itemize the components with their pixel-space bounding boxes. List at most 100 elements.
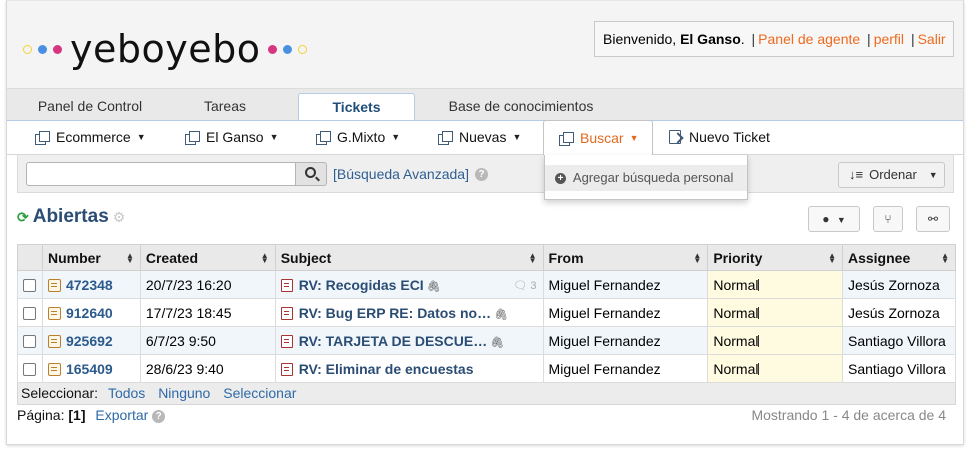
text-cursor [758, 278, 760, 291]
select-toggle-link[interactable]: Seleccionar [223, 385, 296, 401]
subnav-nuevo-ticket[interactable]: Nuevo Ticket [669, 129, 770, 145]
results-count: Mostrando 1 - 4 de acerca de 4 [751, 407, 946, 423]
subnav-label: G.Mixto [337, 129, 386, 145]
row-checkbox[interactable] [23, 335, 36, 349]
gear-icon[interactable]: ⚙ [113, 209, 126, 226]
priority-cell: Normal [707, 354, 843, 383]
caret-down-icon: ▼ [928, 170, 938, 180]
assign-button[interactable]: ● ▼ [808, 206, 860, 232]
separator: | [751, 31, 756, 47]
table-row[interactable]: 472348 20/7/23 16:20 RV: Recogidas ECI 🖇 🗨… [17, 270, 957, 299]
subnav-buscar[interactable]: Buscar ▼ [543, 120, 653, 156]
number-cell: 925692 [41, 326, 141, 355]
caret-down-icon: ▼ [512, 132, 522, 142]
ticket-icon [47, 334, 61, 348]
tab-base-conocimientos[interactable]: Base de conocimientos [431, 95, 611, 120]
ticket-subject-link[interactable]: RV: TARJETA DE DESCUE… [299, 333, 488, 349]
queue-icon [438, 130, 453, 145]
subnav-ecommerce[interactable]: Ecommerce ▼ [35, 129, 146, 145]
new-ticket-icon [669, 130, 681, 144]
add-personal-search-item[interactable]: + Agregar búsqueda personal [545, 165, 747, 191]
page-label: Página: [17, 407, 65, 423]
ticket-icon [47, 362, 61, 376]
logo-text: yeboyebo [70, 27, 261, 71]
sub-navigation: Ecommerce ▼ El Ganso ▼ G.Mixto ▼ Nuevas … [7, 120, 963, 156]
selection-bar: Seleccionar: Todos Ninguno Seleccionar [17, 383, 956, 405]
help-icon[interactable]: ? [475, 168, 488, 181]
ticket-subject-link[interactable]: RV: Eliminar de encuestas [299, 361, 474, 377]
export-link[interactable]: Exportar [95, 407, 148, 423]
column-header-created[interactable]: Created ▲ ▼ [139, 244, 276, 271]
logout-link[interactable]: Salir [918, 31, 946, 47]
ticket-subject-link[interactable]: RV: Recogidas ECI [299, 277, 424, 293]
ticket-icon [47, 278, 61, 292]
queue-icon [559, 131, 574, 146]
help-icon[interactable]: ? [152, 409, 166, 423]
select-column-header [17, 244, 43, 271]
subnav-gmixto[interactable]: G.Mixto ▼ [316, 129, 400, 145]
advanced-search-link[interactable]: [Búsqueda Avanzada] [333, 166, 469, 182]
header-label: Assignee [847, 249, 911, 266]
assignee-cell: Santiago Villora [841, 326, 957, 355]
user-name: El Ganso [680, 31, 741, 47]
subnav-elganso[interactable]: El Ganso ▼ [185, 129, 279, 145]
row-checkbox[interactable] [23, 307, 36, 321]
merge-button[interactable]: ⑂ [873, 206, 903, 232]
subject-cell: RV: Recogidas ECI 🖇 🗨 3 [274, 270, 544, 299]
created-cell: 20/7/23 16:20 [139, 270, 276, 299]
column-header-from[interactable]: From ▲ ▼ [542, 244, 709, 271]
tab-tareas[interactable]: Tareas [175, 95, 275, 120]
ticket-subject-icon [280, 362, 293, 376]
assignee-cell: Jesús Zornoza [841, 270, 957, 299]
caret-down-icon: ▼ [629, 133, 639, 143]
subnav-nuevas[interactable]: Nuevas ▼ [438, 129, 521, 145]
table-row[interactable]: 165409 28/6/23 9:40 RV: Eliminar de encu… [17, 354, 957, 383]
column-header-subject[interactable]: Subject ▲ ▼ [274, 244, 544, 271]
logo[interactable]: yeboyebo [23, 29, 313, 69]
separator: | [910, 31, 915, 47]
profile-link[interactable]: perfil [874, 31, 904, 47]
header-label: Created [145, 249, 199, 266]
tab-panel-de-control[interactable]: Panel de Control [25, 95, 155, 120]
column-header-number[interactable]: Number ▲ ▼ [41, 244, 141, 271]
assignee-cell: Santiago Villora [841, 354, 957, 383]
subnav-label: El Ganso [206, 129, 264, 145]
queue-name[interactable]: Abiertas [33, 206, 109, 228]
created-cell: 6/7/23 9:50 [139, 326, 276, 355]
subnav-label: Buscar [580, 130, 624, 146]
sort-button[interactable]: ↓≡ Ordenar ▼ [838, 162, 945, 188]
priority-value: Normal [713, 276, 759, 293]
ticket-number-link[interactable]: 912640 [66, 305, 113, 321]
ticket-number-link[interactable]: 925692 [66, 333, 113, 349]
refresh-icon[interactable]: ⟳ [17, 209, 29, 226]
header-label: Priority [713, 249, 763, 266]
row-checkbox[interactable] [23, 279, 36, 293]
separator: | [867, 31, 871, 47]
ticket-subject-link[interactable]: RV: Bug ERP RE: Datos no… [299, 305, 491, 321]
search-button[interactable] [295, 162, 327, 186]
select-all-link[interactable]: Todos [108, 385, 145, 401]
number-cell: 912640 [41, 298, 141, 327]
text-cursor [758, 334, 760, 347]
from-cell: Miguel Fernandez [542, 354, 709, 383]
agent-panel-link[interactable]: Panel de agente [758, 31, 860, 47]
tab-tickets[interactable]: Tickets [298, 93, 415, 121]
search-input[interactable] [26, 162, 296, 186]
ticket-number-link[interactable]: 472348 [66, 277, 113, 293]
table-row[interactable]: 925692 6/7/23 9:50 RV: TARJETA DE DESCUE… [17, 326, 957, 355]
ticket-number-link[interactable]: 165409 [66, 361, 113, 377]
select-none-link[interactable]: Ninguno [158, 385, 210, 401]
table-row[interactable]: 912640 17/7/23 18:45 RV: Bug ERP RE: Dat… [17, 298, 957, 327]
queue-icon [185, 130, 200, 145]
queue-icon [35, 130, 50, 145]
logo-dot [38, 44, 47, 54]
caret-down-icon: ▼ [136, 132, 146, 142]
row-checkbox[interactable] [23, 363, 36, 377]
buscar-content: Buscar ▼ [559, 130, 639, 146]
current-page: [1] [68, 407, 86, 423]
subject-cell: RV: Eliminar de encuestas [274, 354, 544, 383]
column-header-assignee[interactable]: Assignee ▲ ▼ [841, 244, 957, 271]
column-header-priority[interactable]: Priority ▲ ▼ [707, 244, 843, 271]
page-frame: yeboyebo Bienvenido, El Ganso. | Panel de… [6, 0, 964, 445]
link-button[interactable]: ⚯ [916, 206, 950, 232]
